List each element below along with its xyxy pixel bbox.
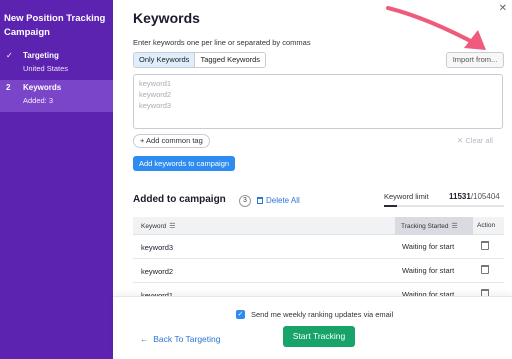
added-to-campaign-title: Added to campaign <box>133 194 226 205</box>
annotation-arrow-icon <box>386 6 486 50</box>
close-icon[interactable]: ✕ <box>499 3 507 14</box>
column-tracking-label: Tracking Started <box>401 223 449 230</box>
main-panel: ✕ Keywords Enter keywords one per line o… <box>113 0 512 359</box>
footer: ✓ Send me weekly ranking updates via ema… <box>113 296 512 359</box>
row-keyword: keyword3 <box>141 243 174 252</box>
back-label: Back To Targeting <box>153 334 221 344</box>
trash-icon[interactable] <box>481 265 489 275</box>
tab-only-keywords[interactable]: Only Keywords <box>134 53 196 67</box>
placeholder-line: keyword3 <box>139 101 172 110</box>
keyword-limit-bar <box>384 205 504 207</box>
trash-icon <box>257 197 263 204</box>
keywords-hint: Enter keywords one per line or separated… <box>133 38 311 47</box>
keywords-table: Keyword ☰ Tracking Started ☰ Action keywor… <box>133 217 504 307</box>
clear-all-button[interactable]: ✕ Clear all <box>457 136 493 145</box>
row-status: Waiting for start <box>402 266 455 275</box>
tab-tagged-keywords[interactable]: Tagged Keywords <box>195 53 266 67</box>
keyword-limit-value: 11531/105404 <box>449 192 500 201</box>
row-status: Waiting for start <box>402 242 455 251</box>
keywords-textarea[interactable]: keyword1 keyword2 keyword3 <box>133 74 503 129</box>
keyword-limit-label: Keyword limit <box>384 192 429 201</box>
table-header: Keyword ☰ Tracking Started ☰ Action <box>133 217 504 235</box>
step-number: 2 <box>6 83 11 92</box>
sidebar-title: New Position Tracking Campaign <box>4 13 106 38</box>
column-action: Action <box>477 222 496 229</box>
column-keyword-label: Keyword <box>141 223 167 230</box>
keyword-limit-fill <box>384 205 398 207</box>
keyword-mode-toggle: Only Keywords Tagged Keywords <box>133 52 267 68</box>
limit-used: 11531 <box>449 192 471 201</box>
page-title: Keywords <box>133 10 200 26</box>
checkbox-checked-icon[interactable]: ✓ <box>236 310 245 319</box>
sidebar-step-targeting[interactable]: ✓ Targeting United States <box>0 48 113 78</box>
add-keywords-button[interactable]: Add keywords to campaign <box>133 156 236 171</box>
sidebar: New Position Tracking Campaign ✓ Targeti… <box>0 0 113 359</box>
column-keyword[interactable]: Keyword ☰ <box>141 222 176 230</box>
step-subtitle: Added: 3 <box>23 96 54 105</box>
table-row: keyword2 Waiting for start <box>133 259 504 283</box>
row-keyword: keyword2 <box>141 267 174 276</box>
sort-icon: ☰ <box>169 223 176 230</box>
delete-all-label: Delete All <box>266 196 300 205</box>
limit-total: /105404 <box>470 192 500 201</box>
add-common-tag-button[interactable]: + Add common tag <box>133 134 210 148</box>
arrow-left-icon: ← <box>140 334 154 344</box>
placeholder-line: keyword1 <box>139 79 172 88</box>
check-icon: ✓ <box>6 51 13 60</box>
start-tracking-button[interactable]: Start Tracking <box>283 326 355 347</box>
email-updates-label: Send me weekly ranking updates via email <box>251 310 394 319</box>
trash-icon[interactable] <box>481 241 489 251</box>
added-count-badge: 3 <box>239 195 251 207</box>
step-label: Keywords <box>23 83 62 92</box>
step-label: Targeting <box>23 51 59 60</box>
delete-all-button[interactable]: Delete All <box>257 196 300 205</box>
placeholder-line: keyword2 <box>139 90 172 99</box>
table-row: keyword3 Waiting for start <box>133 235 504 259</box>
sidebar-step-keywords[interactable]: 2 Keywords Added: 3 <box>0 80 113 112</box>
column-tracking-started[interactable]: Tracking Started ☰ <box>395 217 473 235</box>
step-subtitle: United States <box>23 64 69 73</box>
sort-icon: ☰ <box>451 223 458 230</box>
back-to-targeting-button[interactable]: ← Back To Targeting <box>140 334 221 344</box>
